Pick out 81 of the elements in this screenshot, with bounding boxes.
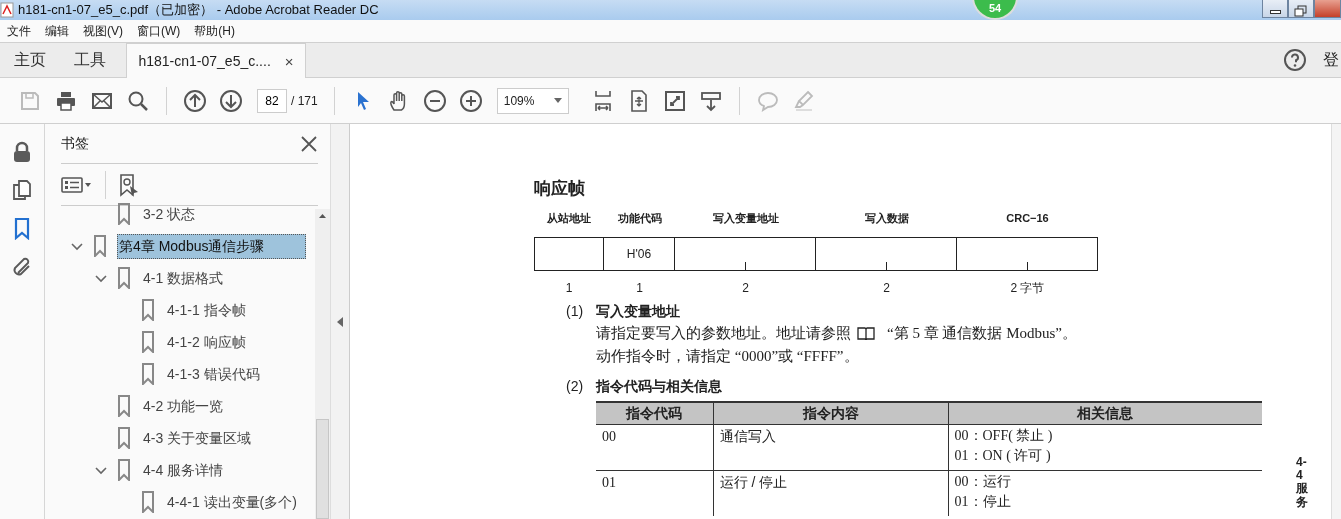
menu-item[interactable]: 文件 [7,22,31,40]
table-cell: 通信写入 [713,424,948,470]
nav-tab[interactable]: 主页 [0,43,60,77]
info-line: 01：ON ( 许可 ) [954,446,1052,465]
sign-in-link[interactable]: 登 [1323,48,1341,72]
page-number-field[interactable]: 82 [257,88,287,113]
field-value: H'06 [626,245,652,263]
zoom-dropdown[interactable]: 109% [496,87,569,114]
minimize-button[interactable] [1262,0,1288,18]
info-line: 00：OFF( 禁止 ) [954,426,1054,445]
bookmark-item[interactable]: 4-4-1 读出变量(多个) [165,489,299,515]
field-label: 写入变量地址 [711,210,780,226]
menu-item[interactable]: 窗口(W) [137,22,181,40]
column-header: 指令代码 [596,401,713,424]
field-label: 写入数据 [863,210,910,226]
menu-item[interactable]: 编辑 [45,22,69,40]
scrollbar-thumb[interactable] [316,419,329,519]
bookmark-icon [141,299,155,321]
new-bookmark-icon[interactable] [118,172,140,197]
pdf-file-icon [0,2,14,18]
scroll-up-icon[interactable] [319,214,326,218]
caret-icon [553,98,562,103]
bookmark-item[interactable]: 4-1-2 响应帧 [165,329,248,355]
bookmark-icon [141,331,155,353]
byte-count: 2 [882,279,891,297]
bookmark-item[interactable]: 第4章 Modbus通信步骤 [117,233,306,259]
help-icon[interactable] [1283,48,1307,72]
bookmark-icon [141,491,155,513]
bookmark-icon [117,203,131,225]
collapse-arrow-icon[interactable] [337,316,343,327]
bookmark-item[interactable]: 3-2 状态 [141,201,198,227]
close-icon[interactable] [300,134,318,153]
scrollbar[interactable] [1331,124,1341,519]
byte-count: 1 [564,279,574,297]
byte-count: 1 [635,279,644,297]
page-heading: 响应帧 [534,178,586,200]
menu-item[interactable]: 视图(V) [83,22,123,40]
panel-title: 书签 [61,134,89,153]
byte-count: 2 字节 [1009,279,1046,297]
options-menu-icon[interactable] [61,174,93,195]
chapter-side-label: 4-4 服务 [1296,456,1308,509]
document-tab[interactable]: h181-cn1-07_e5_c.... × [126,43,306,78]
bookmark-item[interactable]: 4-4 服务详情 [141,457,226,483]
section-title: 指令代码与相关信息 [596,376,722,396]
paragraph-text: “第 5 章 通信数据 Modbus”。 [887,323,1077,343]
bookmark-icon [117,459,131,481]
bookmark-icon [117,395,131,417]
bookmark-item[interactable]: 4-3 关于变量区域 [141,425,254,451]
info-line: 01：停止 [954,492,1012,511]
book-icon [857,326,875,340]
info-line: 00：运行 [954,472,1012,491]
bookmark-item[interactable]: 4-1 数据格式 [141,265,226,291]
nav-tab[interactable]: 工具 [60,43,120,77]
close-tab-button[interactable]: × [284,53,294,69]
bookmark-icon [93,235,107,257]
field-label: 从站地址 [546,210,592,226]
window-title: h181-cn1-07_e5_c.pdf（已加密） - Adobe Acrobat Reader DC [18,1,379,20]
bookmark-item[interactable]: 4-1-3 错误代码 [165,361,262,387]
paragraph-text: 动作指令时，请指定 “0000”或 “FFFF”。 [596,346,859,366]
table-cell: 00 [596,424,713,470]
column-header: 指令内容 [713,401,948,424]
column-header: 相关信息 [948,401,1262,424]
section-number: (1) [566,301,585,321]
paragraph-text: 请指定要写入的参数地址。地址请参照 [596,323,851,343]
section-title: 写入变量地址 [596,301,680,321]
menu-item[interactable]: 帮助(H) [194,22,235,40]
bookmark-item[interactable]: 4-2 功能一览 [141,393,226,419]
section-number: (2) [566,376,585,396]
counter-badge: 54 [972,0,1018,20]
field-label: CRC−16 [1005,210,1050,226]
minimize-icon [1270,10,1281,14]
table-cell: 01 [596,470,713,516]
bookmark-icon [117,427,131,449]
field-label: 功能代码 [616,210,663,226]
bookmark-icon [117,267,131,289]
maximize-button[interactable] [1288,0,1314,18]
table-cell: 运行 / 停止 [713,470,948,516]
page-count: / 171 [291,92,318,110]
byte-count: 2 [741,279,750,297]
bookmark-item[interactable]: 4-1-1 指令帧 [165,297,248,323]
bookmark-icon [141,363,155,385]
